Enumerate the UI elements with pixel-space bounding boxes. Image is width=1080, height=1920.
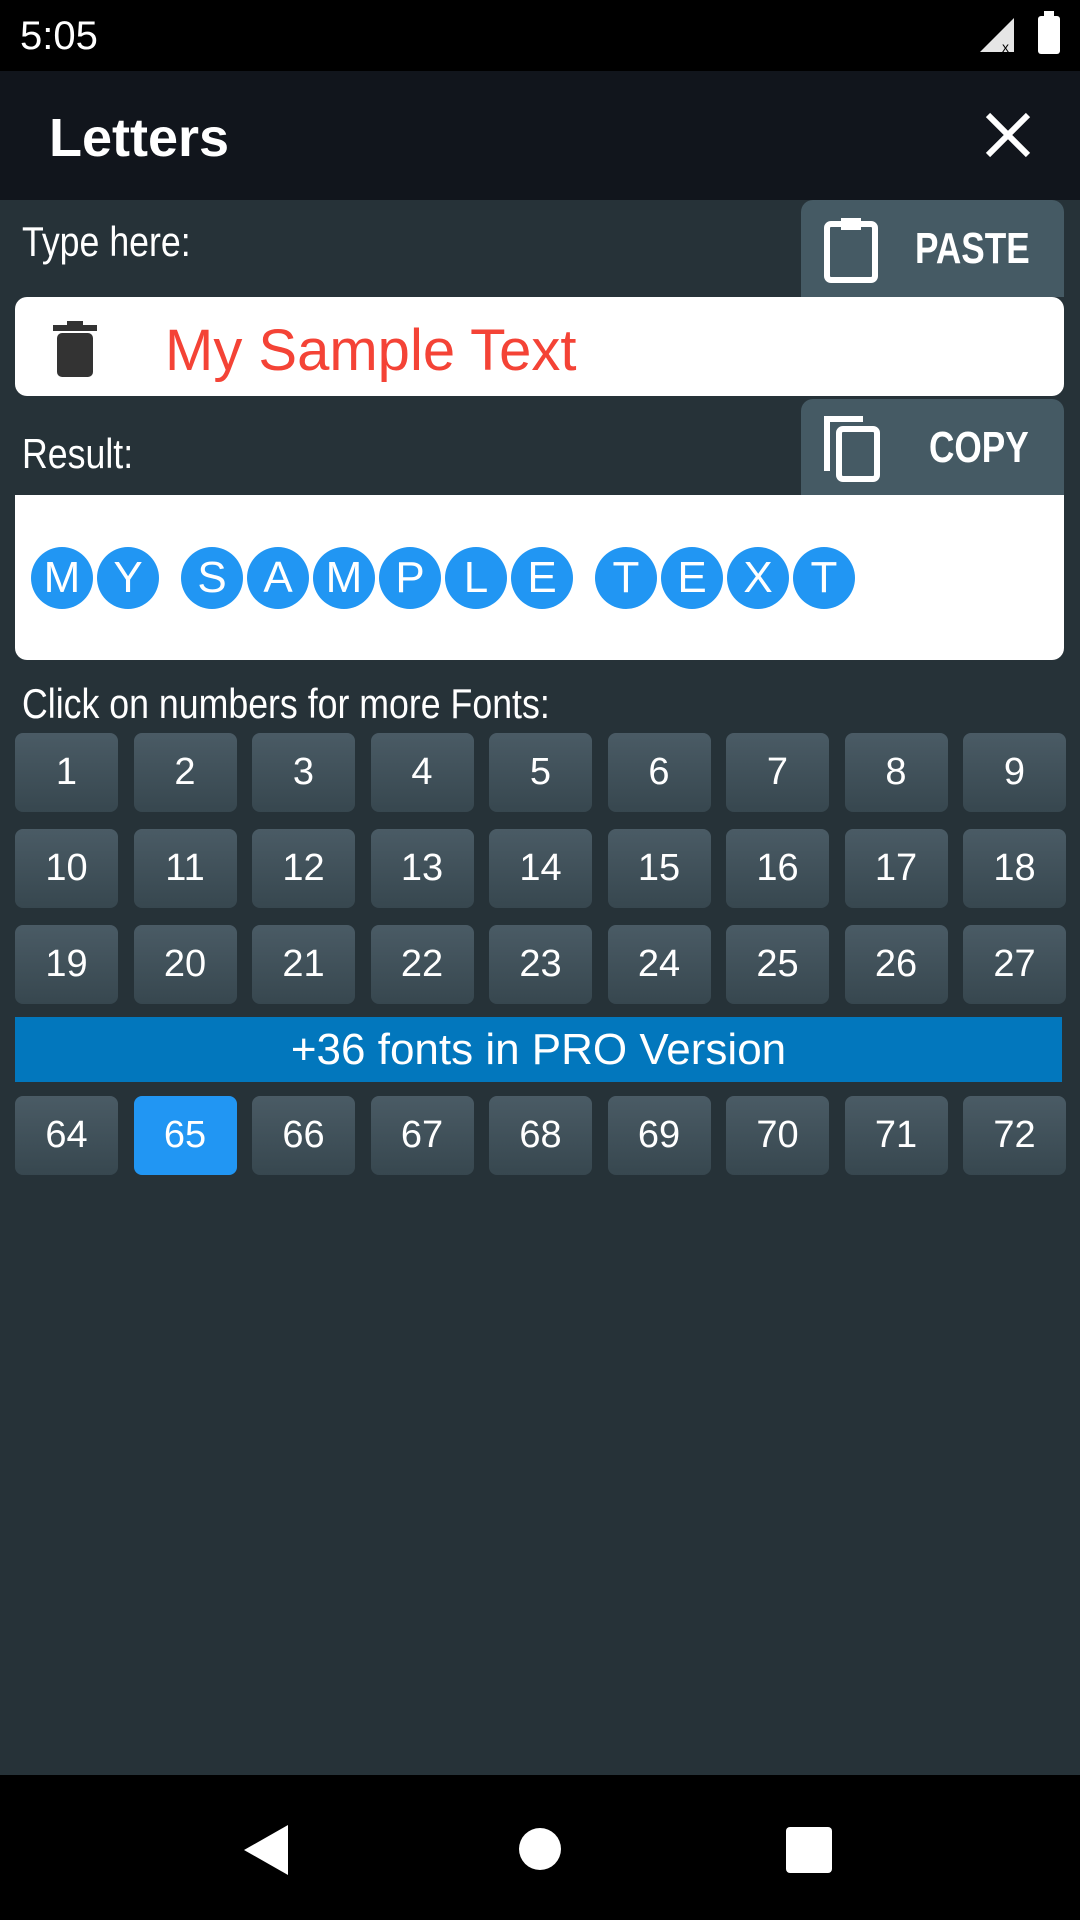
signal-icon: x xyxy=(980,18,1014,54)
type-here-label: Type here: xyxy=(22,218,191,265)
font-button-25[interactable]: 25 xyxy=(726,925,829,1004)
fonts-label: Click on numbers for more Fonts: xyxy=(22,680,550,727)
app-bar: Letters xyxy=(0,71,1080,200)
font-button-19[interactable]: 19 xyxy=(15,925,118,1004)
font-button-22[interactable]: 22 xyxy=(370,925,474,1004)
letter-circle: M xyxy=(313,547,375,609)
font-button-5[interactable]: 5 xyxy=(489,733,592,812)
text-input-box xyxy=(15,297,1064,396)
copy-label: COPY xyxy=(929,423,1029,472)
recents-icon[interactable] xyxy=(786,1827,832,1873)
font-button-1[interactable]: 1 xyxy=(15,733,118,812)
letter-circle: T xyxy=(793,547,855,609)
font-button-66[interactable]: 66 xyxy=(252,1096,355,1175)
font-button-11[interactable]: 11 xyxy=(133,829,237,908)
font-button-16[interactable]: 16 xyxy=(726,829,829,908)
trash-icon[interactable] xyxy=(53,321,97,377)
home-icon[interactable] xyxy=(518,1827,562,1871)
letter-circle: E xyxy=(511,547,573,609)
font-button-69[interactable]: 69 xyxy=(607,1096,711,1175)
letter-circle: A xyxy=(247,547,309,609)
font-button-7[interactable]: 7 xyxy=(726,733,829,812)
status-time: 5:05 xyxy=(20,14,98,58)
font-button-8[interactable]: 8 xyxy=(844,733,948,812)
back-icon[interactable] xyxy=(244,1825,288,1875)
font-button-64[interactable]: 64 xyxy=(15,1096,118,1175)
font-button-68[interactable]: 68 xyxy=(489,1096,592,1175)
font-number-grid: 1 2 3 4 5 6 7 8 9 10 11 12 13 14 15 16 17 18 19 20 21 22 23 24 2… xyxy=(15,733,1066,1004)
letter-circle: S xyxy=(181,547,243,609)
font-button-15[interactable]: 15 xyxy=(607,829,711,908)
font-button-65[interactable]: 65 xyxy=(133,1096,237,1175)
letter-circle: E xyxy=(661,547,723,609)
letter-circle: L xyxy=(445,547,507,609)
font-button-26[interactable]: 26 xyxy=(844,925,948,1004)
result-box: MYSAMPLETEXT xyxy=(15,495,1064,660)
font-button-72[interactable]: 72 xyxy=(963,1096,1066,1175)
font-button-3[interactable]: 3 xyxy=(252,733,355,812)
font-number-row-pro: 64 65 66 67 68 69 70 71 72 xyxy=(15,1096,1066,1175)
font-button-2[interactable]: 2 xyxy=(133,733,237,812)
font-button-10[interactable]: 10 xyxy=(15,829,118,908)
text-input[interactable] xyxy=(165,317,1015,384)
svg-text:x: x xyxy=(1002,39,1009,54)
font-button-20[interactable]: 20 xyxy=(133,925,237,1004)
navigation-bar xyxy=(0,1775,1080,1920)
font-button-13[interactable]: 13 xyxy=(370,829,474,908)
font-button-9[interactable]: 9 xyxy=(963,733,1066,812)
letter-circle: X xyxy=(727,547,789,609)
page-title: Letters xyxy=(49,108,230,168)
result-label: Result: xyxy=(22,430,134,477)
clipboard-icon xyxy=(824,218,878,283)
font-button-71[interactable]: 71 xyxy=(844,1096,948,1175)
letter-circle: M xyxy=(31,547,93,609)
font-button-12[interactable]: 12 xyxy=(252,829,355,908)
font-button-21[interactable]: 21 xyxy=(252,925,355,1004)
font-button-70[interactable]: 70 xyxy=(726,1096,829,1175)
font-button-14[interactable]: 14 xyxy=(489,829,592,908)
font-button-6[interactable]: 6 xyxy=(607,733,711,812)
pro-version-banner[interactable]: +36 fonts in PRO Version xyxy=(15,1017,1062,1082)
letter-circle: Y xyxy=(97,547,159,609)
font-button-17[interactable]: 17 xyxy=(844,829,948,908)
copy-icon xyxy=(824,416,880,482)
battery-icon xyxy=(1038,11,1060,54)
font-button-18[interactable]: 18 xyxy=(963,829,1066,908)
font-button-27[interactable]: 27 xyxy=(963,925,1066,1004)
paste-button[interactable]: PASTE xyxy=(801,200,1064,297)
status-bar: 5:05 x xyxy=(0,0,1080,71)
result-text: MYSAMPLETEXT xyxy=(31,547,859,609)
letter-circle: P xyxy=(379,547,441,609)
close-icon[interactable] xyxy=(980,107,1036,163)
paste-label: PASTE xyxy=(915,224,1030,273)
letter-circle: T xyxy=(595,547,657,609)
font-button-24[interactable]: 24 xyxy=(607,925,711,1004)
font-button-4[interactable]: 4 xyxy=(370,733,474,812)
font-button-67[interactable]: 67 xyxy=(370,1096,474,1175)
copy-button[interactable]: COPY xyxy=(801,399,1064,496)
font-button-23[interactable]: 23 xyxy=(489,925,592,1004)
